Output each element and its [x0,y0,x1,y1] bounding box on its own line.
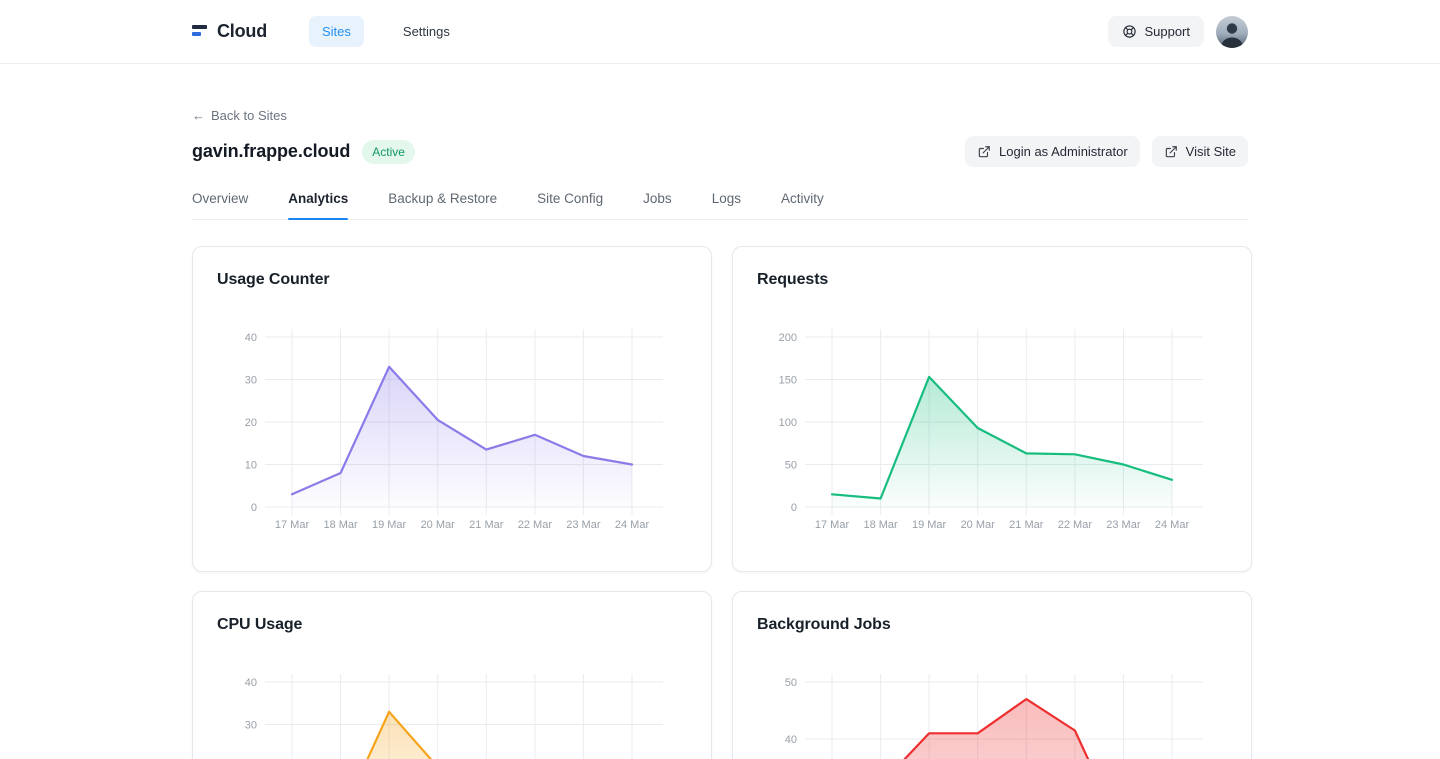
tab-jobs[interactable]: Jobs [643,191,672,219]
main-content: ← Back to Sites gavin.frappe.cloud Activ… [192,64,1248,759]
back-to-sites-link[interactable]: ← Back to Sites [192,108,287,123]
requests-card: Requests 17 Mar 18 Mar 19 Mar 20 Mar 21 Mar 2… [732,246,1252,572]
svg-text:20 Mar: 20 Mar [961,519,996,531]
login-as-administrator-label: Login as Administrator [999,144,1128,159]
svg-text:18 Mar: 18 Mar [323,519,358,531]
svg-text:22 Mar: 22 Mar [518,519,553,531]
frappe-cloud-logo[interactable]: Cloud [192,21,267,42]
external-link-icon [1164,145,1178,159]
svg-text:23 Mar: 23 Mar [1106,519,1141,531]
tab-overview[interactable]: Overview [192,191,248,219]
background-jobs-card: Background Jobs 17 Mar18 Mar19 Mar20 Mar… [732,591,1252,759]
support-label: Support [1144,24,1190,39]
charts-grid: Usage Counter 17 Mar 18 Mar 19 Mar 20 Mar 21… [192,246,1248,759]
svg-text:10: 10 [245,460,257,472]
svg-text:17 Mar: 17 Mar [275,519,310,531]
lifebuoy-icon [1122,24,1137,39]
frappe-logo-icon [192,23,208,40]
svg-text:19 Mar: 19 Mar [912,519,947,531]
svg-text:0: 0 [791,502,797,514]
svg-text:20: 20 [245,417,257,429]
nav-link-settings[interactable]: Settings [390,16,463,47]
requests-chart: 17 Mar 18 Mar 19 Mar 20 Mar 21 Mar 22 Mar 23 M… [757,317,1227,547]
svg-text:23 Mar: 23 Mar [566,519,601,531]
chart-title: Requests [757,271,1227,289]
navbar: Cloud Sites Settings Support [0,0,1440,64]
svg-text:50: 50 [785,677,797,689]
svg-text:30: 30 [245,720,257,732]
tab-analytics[interactable]: Analytics [288,191,348,219]
nav-links: Sites Settings [309,16,463,47]
chart-svg: 17 Mar18 Mar19 Mar20 Mar21 Mar22 Mar23 M… [757,662,1227,759]
svg-text:22 Mar: 22 Mar [1058,519,1093,531]
svg-text:200: 200 [779,332,797,344]
usage-counter-card: Usage Counter 17 Mar 18 Mar 19 Mar 20 Mar 21… [192,246,712,572]
visit-site-button[interactable]: Visit Site [1152,136,1248,167]
chart-svg: 17 Mar18 Mar19 Mar20 Mar21 Mar22 Mar23 M… [217,662,687,759]
svg-text:19 Mar: 19 Mar [372,519,407,531]
nav-link-sites[interactable]: Sites [309,16,364,47]
cpu-usage-chart: 17 Mar18 Mar19 Mar20 Mar21 Mar22 Mar23 M… [217,662,687,759]
svg-text:50: 50 [785,460,797,472]
chart-title: Background Jobs [757,616,1227,634]
svg-text:24 Mar: 24 Mar [1155,519,1190,531]
chart-title: Usage Counter [217,271,687,289]
svg-text:40: 40 [245,332,257,344]
logo-text: Cloud [217,21,267,42]
usage-counter-chart: 17 Mar 18 Mar 19 Mar 20 Mar 21 Mar 22 Mar 23 M… [217,317,687,547]
support-button[interactable]: Support [1108,16,1204,47]
site-actions: Login as Administrator Visit Site [965,136,1248,167]
svg-text:17 Mar: 17 Mar [815,519,850,531]
site-title: gavin.frappe.cloud [192,141,350,162]
tabs-bar: Overview Analytics Backup & Restore Site… [192,191,1248,220]
login-as-administrator-button[interactable]: Login as Administrator [965,136,1140,167]
tab-activity[interactable]: Activity [781,191,824,219]
svg-text:20 Mar: 20 Mar [421,519,456,531]
back-arrow-icon: ← [192,108,205,123]
svg-text:40: 40 [245,677,257,689]
svg-text:21 Mar: 21 Mar [1009,519,1044,531]
navbar-right: Support [1108,16,1248,48]
back-link-label: Back to Sites [211,108,287,123]
visit-site-label: Visit Site [1186,144,1236,159]
svg-text:30: 30 [245,375,257,387]
svg-text:100: 100 [779,417,797,429]
svg-text:0: 0 [251,502,257,514]
tab-logs[interactable]: Logs [712,191,741,219]
tab-backup-restore[interactable]: Backup & Restore [388,191,497,219]
chart-title: CPU Usage [217,616,687,634]
svg-text:24 Mar: 24 Mar [615,519,650,531]
user-avatar[interactable] [1216,16,1248,48]
chart-svg: 17 Mar 18 Mar 19 Mar 20 Mar 21 Mar 22 Mar 23 M… [757,317,1227,547]
svg-text:21 Mar: 21 Mar [469,519,504,531]
background-jobs-chart: 17 Mar18 Mar19 Mar20 Mar21 Mar22 Mar23 M… [757,662,1227,759]
cpu-usage-card: CPU Usage 17 Mar18 Mar19 Mar20 Mar21 Mar… [192,591,712,759]
status-badge: Active [362,140,415,164]
svg-text:18 Mar: 18 Mar [863,519,898,531]
site-header-row: gavin.frappe.cloud Active Login as Admin… [192,136,1248,167]
svg-text:150: 150 [779,375,797,387]
external-link-icon [977,145,991,159]
tab-site-config[interactable]: Site Config [537,191,603,219]
svg-text:40: 40 [785,734,797,746]
chart-svg: 17 Mar 18 Mar 19 Mar 20 Mar 21 Mar 22 Mar 23 M… [217,317,687,547]
